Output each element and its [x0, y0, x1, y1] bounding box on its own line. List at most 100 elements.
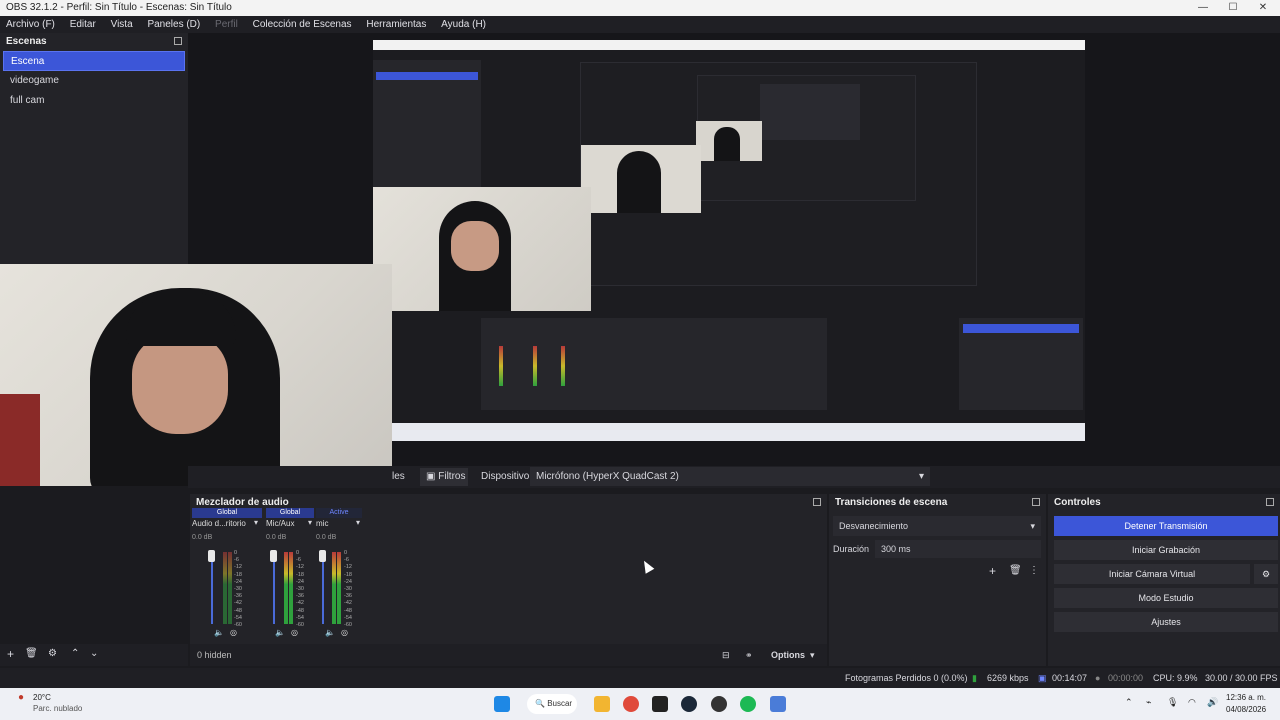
mixer-toolbar: 0 hidden ⊟ ⚭ Options ▾ [190, 644, 827, 666]
menu-archivo[interactable]: Archivo (F) [0, 16, 61, 33]
controls-title: Controles [1054, 497, 1101, 508]
mute-icon[interactable]: 🔈 [275, 628, 285, 637]
weather-temp[interactable]: 20°C [33, 693, 51, 702]
transition-value: Desvanecimiento [839, 521, 909, 531]
volume-icon[interactable]: 🔊 [1207, 697, 1218, 708]
volume-fader[interactable] [273, 552, 275, 624]
search-icon: 🔍 [535, 699, 548, 708]
spotify-icon[interactable] [740, 696, 756, 712]
windows-start-icon[interactable] [494, 696, 510, 712]
microphone-icon[interactable]: 🎙 [1167, 697, 1178, 708]
chevron-down-icon[interactable]: ▾ [254, 518, 258, 527]
captured-controls [959, 318, 1083, 410]
webcam-source[interactable] [0, 264, 392, 486]
link-icon[interactable]: ⚭ [745, 644, 753, 666]
start-recording-button[interactable]: Iniciar Grabación [1054, 540, 1278, 560]
audio-meter [289, 552, 293, 624]
studio-mode-button[interactable]: Modo Estudio [1054, 588, 1278, 608]
headphones-icon[interactable]: ◎ [291, 628, 298, 637]
duration-value: 300 ms [881, 544, 911, 554]
face [132, 334, 228, 434]
more-icon[interactable]: ⋮ [1029, 565, 1039, 576]
move-down-icon[interactable]: ⌄ [90, 648, 98, 659]
gear-icon[interactable]: ⚙ [1254, 564, 1278, 584]
headphones-icon[interactable]: ◎ [341, 628, 348, 637]
clock-date[interactable]: 04/08/2026 [1226, 705, 1266, 714]
filters-label: Filtros [438, 471, 466, 482]
menu-coleccion-escenas[interactable]: Colección de Escenas [247, 16, 358, 33]
menu-paneles[interactable]: Paneles (D) [141, 16, 206, 33]
obs-icon[interactable] [711, 696, 727, 712]
mute-icon[interactable]: 🔈 [214, 628, 224, 637]
maximize-icon[interactable]: ☐ [1218, 0, 1248, 16]
undock-icon[interactable] [174, 37, 182, 45]
menu-herramientas[interactable]: Herramientas [360, 16, 432, 33]
menu-ayuda[interactable]: Ayuda (H) [435, 16, 492, 33]
add-icon[interactable]: + [7, 647, 14, 661]
scene-item-videogame[interactable]: videogame [3, 71, 185, 91]
weather-icon[interactable]: ● [18, 692, 24, 703]
chevron-up-icon[interactable]: ⌃ [1125, 697, 1133, 708]
device-select[interactable]: Micrófono (HyperX QuadCast 2) ▾ [530, 467, 930, 486]
layout-icon[interactable]: ⊟ [722, 644, 730, 666]
chevron-down-icon[interactable]: ▾ [308, 518, 312, 527]
hidden-count[interactable]: 0 hidden [197, 644, 232, 666]
gear-icon[interactable]: ⚙ [48, 648, 57, 659]
close-icon[interactable]: ✕ [1248, 0, 1278, 16]
steam-icon[interactable] [681, 696, 697, 712]
options-button[interactable]: Options [771, 644, 805, 666]
minimize-icon[interactable]: — [1188, 0, 1218, 16]
scene-item-escena[interactable]: Escena [3, 51, 185, 71]
volume-knob[interactable] [208, 550, 215, 562]
epic-games-icon[interactable] [652, 696, 668, 712]
wifi-icon[interactable]: ◠ [1188, 697, 1196, 708]
controls-dock: Controles Detener Transmisión Iniciar Gr… [1048, 494, 1280, 666]
undock-icon[interactable] [1032, 498, 1040, 506]
menu-vista[interactable]: Vista [105, 16, 139, 33]
audio-meter [223, 552, 227, 624]
menu-perfil[interactable]: Perfil [209, 16, 244, 33]
chevron-down-icon[interactable]: ▾ [810, 644, 815, 666]
chrome-icon[interactable] [623, 696, 639, 712]
headphones-icon[interactable]: ◎ [230, 628, 237, 637]
weather-desc[interactable]: Parc. nublado [33, 704, 82, 713]
channel-db: 0.0 dB [266, 534, 287, 541]
network-icon[interactable]: ⌁ [1146, 697, 1151, 708]
menu-editar[interactable]: Editar [64, 16, 102, 33]
audio-meter [332, 552, 336, 624]
duration-spinbox[interactable]: 300 ms [875, 540, 1041, 558]
channel-name: Audio d...ritorio [192, 519, 246, 528]
move-up-icon[interactable]: ⌃ [71, 648, 79, 659]
trash-icon[interactable]: 🗑 [25, 648, 38, 659]
mixer-channel-desktop: Global Audio d...ritorio ▾ 0.0 dB [192, 508, 262, 541]
menu-bar: Archivo (F) Editar Vista Paneles (D) Per… [0, 16, 1280, 33]
volume-knob[interactable] [270, 550, 277, 562]
app-icon[interactable] [770, 696, 786, 712]
window-title: OBS 32.1.2 - Perfil: Sin Título - Escena… [6, 2, 232, 13]
stop-streaming-button[interactable]: Detener Transmisión [1054, 516, 1278, 536]
undock-icon[interactable] [1266, 498, 1274, 506]
start-virtual-camera-button[interactable]: Iniciar Cámara Virtual [1054, 564, 1250, 584]
chevron-down-icon[interactable]: ▾ [356, 518, 360, 527]
search-box[interactable]: 🔍 Buscar [527, 694, 577, 714]
clock-time[interactable]: 12:36 a. m. [1226, 693, 1266, 702]
volume-fader[interactable] [211, 552, 213, 624]
trash-icon[interactable]: 🗑 [1009, 565, 1022, 576]
undock-icon[interactable] [813, 498, 821, 506]
properties-label-partial[interactable]: les [392, 466, 405, 488]
volume-knob[interactable] [319, 550, 326, 562]
chair [0, 394, 40, 486]
meter-scale: 0 -6 -12 -18 -24 -30 -36 -42 -48 -54 -60 [344, 550, 352, 629]
settings-button[interactable]: Ajustes [1054, 612, 1278, 632]
audio-meter [284, 552, 288, 624]
volume-fader[interactable] [322, 552, 324, 624]
file-explorer-icon[interactable] [594, 696, 610, 712]
scene-item-full-cam[interactable]: full cam [3, 91, 185, 111]
captured-scene-selected [376, 72, 478, 80]
transitions-title: Transiciones de escena [835, 497, 948, 508]
transition-select[interactable]: Desvanecimiento ▾ [833, 516, 1041, 536]
add-icon[interactable]: + [989, 564, 996, 578]
captured-meter [499, 346, 503, 386]
mute-icon[interactable]: 🔈 [325, 628, 335, 637]
filters-button[interactable]: ▣ Filtros [420, 468, 468, 486]
